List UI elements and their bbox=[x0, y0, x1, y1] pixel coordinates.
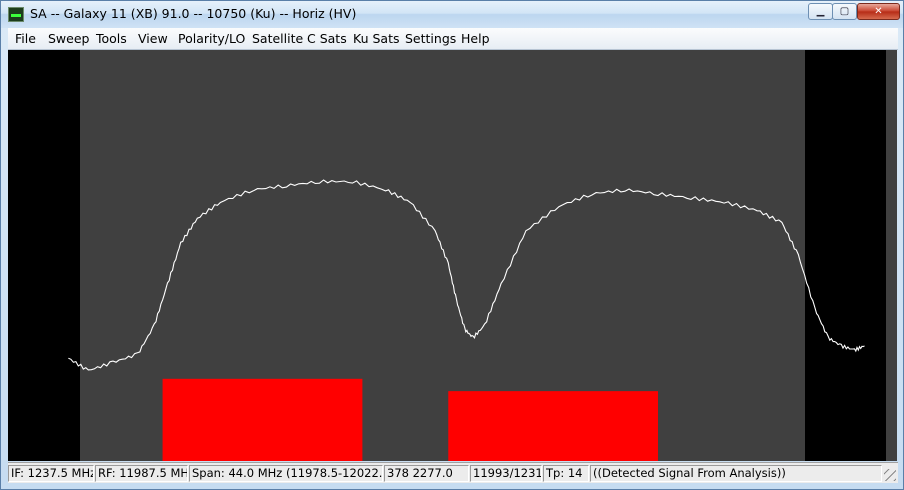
detected-signal-bar-2 bbox=[448, 391, 659, 461]
menu-tools[interactable]: Tools bbox=[96, 31, 127, 46]
window-title: SA -- Galaxy 11 (XB) 91.0 -- 10750 (Ku) … bbox=[30, 6, 357, 21]
status-span: Span: 44.0 MHz (11978.5-12022.4) bbox=[189, 465, 383, 482]
spectrum-plot[interactable] bbox=[8, 50, 897, 461]
status-transponder: Tp: 14 bbox=[543, 465, 589, 482]
menu-help[interactable]: Help bbox=[461, 31, 490, 46]
status-rf-frequency: RF: 11987.5 MHz bbox=[95, 465, 188, 482]
status-reading: 378 2277.0 bbox=[384, 465, 469, 482]
status-message: ((Detected Signal From Analysis)) bbox=[590, 465, 882, 482]
menu-c-sats[interactable]: C Sats bbox=[307, 31, 347, 46]
title-bar[interactable]: SA -- Galaxy 11 (XB) 91.0 -- 10750 (Ku) … bbox=[1, 1, 903, 28]
status-bar: IF: 1237.5 MHz RF: 11987.5 MHz Span: 44.… bbox=[8, 462, 898, 483]
status-if-frequency: IF: 1237.5 MHz bbox=[8, 465, 94, 482]
menu-satellite[interactable]: Satellite bbox=[252, 31, 303, 46]
menu-bar: File Sweep Tools View Polarity/LO Satell… bbox=[8, 28, 898, 50]
menu-polarity-lo[interactable]: Polarity/LO bbox=[178, 31, 245, 46]
minimize-button[interactable]: ▁ bbox=[808, 3, 833, 20]
plot-edge-strip bbox=[886, 50, 897, 461]
close-button[interactable]: ✕ bbox=[857, 3, 900, 20]
app-window: SA -- Galaxy 11 (XB) 91.0 -- 10750 (Ku) … bbox=[0, 0, 904, 490]
menu-ku-sats[interactable]: Ku Sats bbox=[353, 31, 399, 46]
resize-grip[interactable] bbox=[884, 469, 896, 481]
spectrum-analyzer-app-icon[interactable] bbox=[8, 7, 24, 22]
detected-signal-bar-1 bbox=[162, 378, 363, 461]
menu-view[interactable]: View bbox=[138, 31, 168, 46]
maximize-button[interactable]: ▢ bbox=[832, 3, 857, 20]
menu-settings[interactable]: Settings bbox=[405, 31, 456, 46]
menu-sweep[interactable]: Sweep bbox=[48, 31, 89, 46]
status-counter: 11993/12314 bbox=[470, 465, 542, 482]
menu-file[interactable]: File bbox=[15, 31, 36, 46]
